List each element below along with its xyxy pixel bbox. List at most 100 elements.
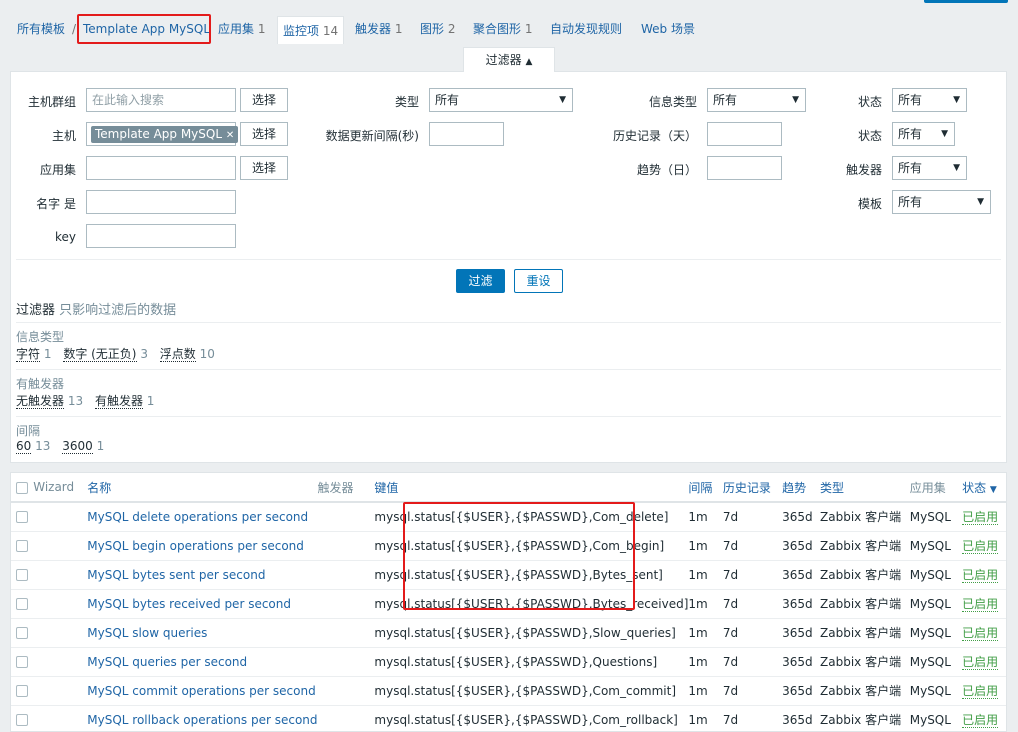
subfilter-item[interactable]: 无触发器 [16, 394, 65, 409]
status-select[interactable]: 所有 ▼ [892, 122, 955, 146]
tab-discovery-rules[interactable]: 自动发现规则 [550, 14, 622, 44]
item-name-link[interactable]: MySQL commit operations per second [87, 684, 315, 698]
item-type: Zabbix 客户端 [820, 510, 902, 525]
item-status-toggle[interactable]: 已启用 [962, 626, 999, 641]
subfilter-count: 10 [199, 347, 215, 361]
subfilter-info-type-title: 信息类型 [16, 330, 65, 344]
table-cell: 365d [782, 589, 821, 619]
column-interval[interactable]: 间隔 [688, 473, 723, 503]
row-checkbox[interactable] [16, 511, 28, 524]
item-status-toggle[interactable]: 已启用 [962, 684, 999, 699]
key-label: key [54, 230, 76, 244]
item-key: mysql.status[{$USER},{$PASSWD},Com_delet… [374, 509, 669, 524]
tab-items[interactable]: 监控项 14 [277, 16, 345, 44]
item-name-link[interactable]: MySQL bytes received per second [87, 597, 291, 611]
column-trends[interactable]: 趋势 [782, 473, 821, 503]
select-all-checkbox[interactable] [16, 481, 28, 494]
breadcrumb-all-templates[interactable]: 所有模板 [17, 14, 65, 44]
table-cell [33, 618, 88, 648]
item-status-toggle[interactable]: 已启用 [962, 597, 999, 612]
table-cell [33, 676, 88, 706]
tab-web-scenarios[interactable]: Web 场景 [641, 14, 695, 44]
item-key: mysql.status[{$USER},{$PASSWD},Bytes_rec… [374, 596, 689, 611]
tab-applications[interactable]: 应用集 1 [218, 14, 265, 44]
row-checkbox[interactable] [16, 714, 28, 726]
row-checkbox[interactable] [16, 598, 28, 610]
subfilter-has-triggers-title: 有触发器 [16, 377, 65, 391]
row-checkbox[interactable] [16, 656, 28, 668]
subfilter-item[interactable]: 数字 (无正负) [63, 347, 137, 362]
table-cell [317, 647, 375, 677]
item-application: MySQL [909, 654, 951, 669]
table-cell: MySQL begin operations per second [87, 531, 318, 561]
row-checkbox[interactable] [16, 685, 28, 697]
table-cell: mysql.status[{$USER},{$PASSWD},Bytes_rec… [374, 589, 689, 619]
subfilter-item[interactable]: 浮点数 [159, 347, 196, 362]
state-select[interactable]: 所有 ▼ [892, 88, 967, 112]
key-input[interactable] [86, 224, 236, 248]
tab-graphs[interactable]: 图形 2 [420, 14, 455, 44]
item-name-link[interactable]: MySQL rollback operations per second [87, 713, 317, 727]
table-cell [317, 676, 375, 706]
item-interval: 1m [688, 683, 708, 698]
item-name-link[interactable]: MySQL delete operations per second [87, 510, 308, 524]
interval-label: 数据更新间隔(秒) [325, 129, 419, 143]
type-select[interactable]: 所有 ▼ [429, 88, 573, 112]
interval-input[interactable] [429, 122, 504, 146]
subfilter-item[interactable]: 3600 [62, 439, 93, 454]
subfilter-item[interactable]: 有触发器 [94, 394, 143, 409]
reset-filter-button[interactable]: 重设 [514, 269, 563, 293]
item-name-link[interactable]: MySQL bytes sent per second [87, 568, 265, 582]
trends-input[interactable] [707, 156, 782, 180]
table-row: MySQL queries per second mysql.status[{$U… [11, 647, 1006, 677]
row-checkbox[interactable] [16, 569, 28, 581]
item-status-toggle[interactable]: 已启用 [962, 568, 999, 583]
subfilter-interval-items: 60 13 3600 1 [16, 439, 112, 454]
table-cell: MySQL queries per second [87, 647, 318, 677]
table-cell: 365d [782, 531, 821, 561]
column-key[interactable]: 键值 [374, 473, 689, 503]
item-history: 7d [722, 654, 739, 669]
item-name-link[interactable]: MySQL queries per second [87, 655, 247, 669]
item-status-toggle[interactable]: 已启用 [962, 510, 999, 526]
item-status-toggle[interactable]: 已启用 [962, 539, 999, 554]
column-status[interactable]: 状态 ▼ [962, 473, 1006, 503]
host-multiselect[interactable]: Template App MySQL ✕ [86, 122, 239, 146]
application-input[interactable] [86, 156, 236, 180]
table-cell [11, 589, 34, 619]
column-type[interactable]: 类型 [820, 473, 910, 503]
item-trends: 365d [782, 683, 813, 698]
column-name[interactable]: 名称 [87, 473, 318, 503]
breadcrumb-template-name[interactable]: Template App MySQL [83, 14, 210, 44]
subfilter-info-type-items: 字符 1 数字 (无正负) 3 浮点数 10 [16, 345, 223, 362]
host-group-search-input[interactable]: 在此输入搜索 [86, 88, 236, 112]
item-name-link[interactable]: MySQL begin operations per second [87, 539, 304, 553]
tab-screens[interactable]: 聚合图形 1 [473, 14, 532, 44]
row-checkbox[interactable] [16, 540, 28, 552]
item-name-link[interactable]: MySQL slow queries [87, 626, 207, 640]
subfilter-item[interactable]: 字符 [16, 347, 41, 362]
apply-filter-button[interactable]: 过滤 [456, 269, 505, 293]
history-input[interactable] [707, 122, 782, 146]
host-group-select-button[interactable]: 选择 [240, 88, 288, 112]
table-cell [33, 589, 88, 619]
template-select[interactable]: 所有 ▼ [892, 190, 991, 214]
subfilter-item[interactable]: 60 [16, 439, 32, 454]
host-select-button[interactable]: 选择 [240, 122, 288, 146]
column-history[interactable]: 历史记录 [722, 473, 783, 503]
close-icon[interactable]: ✕ [226, 130, 234, 141]
header-action-button[interactable] [924, 0, 1008, 3]
table-cell: 已启用 [962, 531, 1006, 561]
triggers-select[interactable]: 所有 ▼ [892, 156, 967, 180]
info-type-select-value: 所有 [713, 93, 738, 107]
info-type-select[interactable]: 所有 ▼ [707, 88, 806, 112]
item-status-toggle[interactable]: 已启用 [962, 655, 999, 670]
application-select-button[interactable]: 选择 [240, 156, 288, 180]
name-input[interactable] [86, 190, 236, 214]
filter-toggle-tab[interactable]: 过滤器 ▲ [463, 47, 555, 72]
table-cell: MySQL [909, 705, 963, 731]
tab-count: 1 [257, 22, 266, 36]
row-checkbox[interactable] [16, 627, 28, 639]
tab-triggers[interactable]: 触发器 1 [355, 14, 402, 44]
divider [16, 322, 1001, 323]
